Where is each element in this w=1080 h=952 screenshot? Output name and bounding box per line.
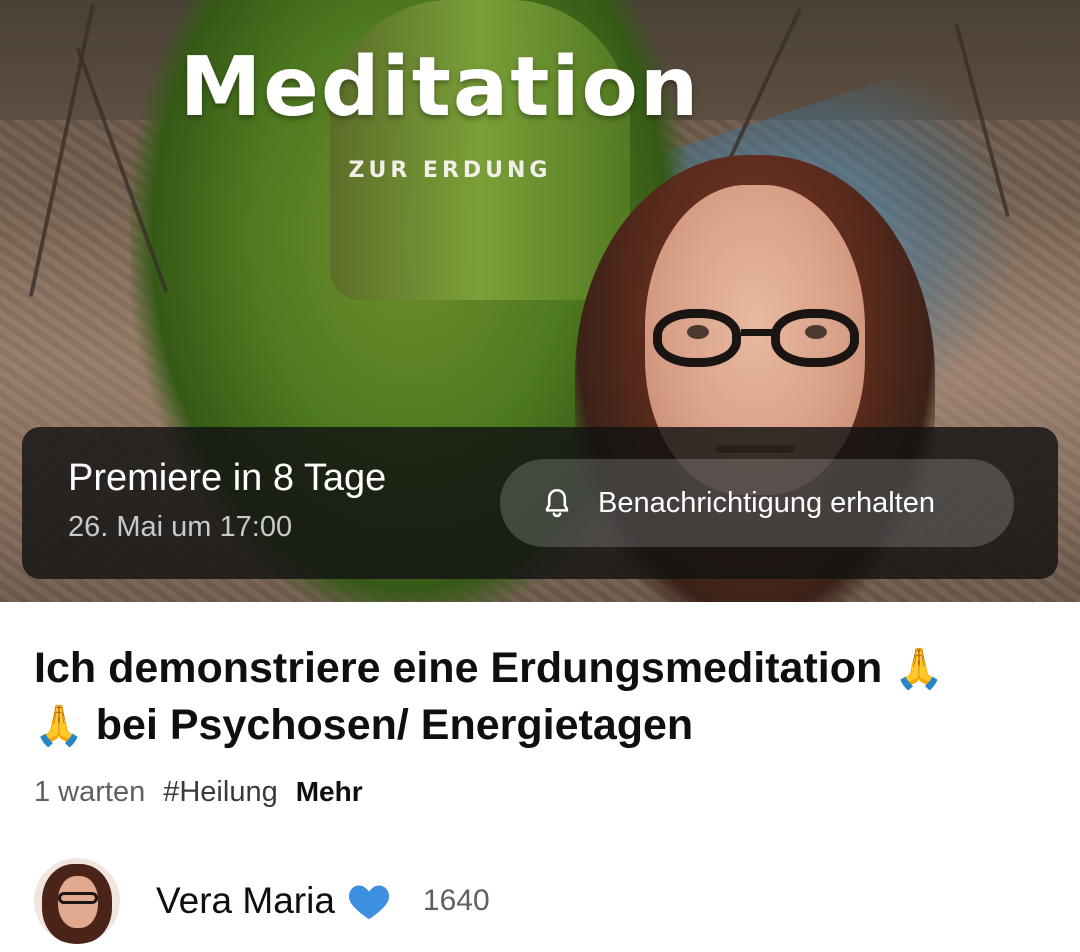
notify-button-label: Benachrichtigung erhalten — [598, 486, 935, 519]
video-meta-row: 1 warten #Heilung Mehr — [34, 776, 363, 809]
subscriber-count: 1640 — [422, 884, 490, 917]
premiere-date: 26. Mai um 17:00 — [68, 511, 293, 543]
video-title-part1: Ich demonstriere eine Erdungsmeditation — [34, 644, 883, 692]
eye-right — [805, 325, 827, 339]
video-title-part2: bei Psychosen/ Energietagen — [95, 701, 694, 749]
folded-hands-emoji-icon: 🙏 — [894, 646, 944, 692]
notify-button[interactable]: Benachrichtigung erhalten — [500, 459, 1014, 547]
premiere-overlay: Premiere in 8 Tage 26. Mai um 17:00 Bena… — [22, 427, 1058, 579]
video-thumbnail[interactable]: Meditation ZUR ERDUNG Premiere in 8 Tage… — [0, 0, 1080, 602]
glasses — [653, 303, 863, 373]
glasses-bridge — [741, 329, 775, 336]
premiere-title: Premiere in 8 Tage — [68, 457, 387, 499]
blue-heart-icon — [348, 885, 389, 920]
channel-row[interactable]: Vera Maria 1640 — [34, 855, 490, 947]
waiting-count: 1 warten — [34, 776, 146, 808]
eye-left — [687, 325, 709, 339]
hashtag-link[interactable]: #Heilung — [163, 776, 277, 809]
bell-icon — [545, 488, 569, 518]
avatar[interactable] — [34, 858, 120, 944]
channel-name[interactable]: Vera Maria — [156, 880, 335, 922]
avatar-glasses — [58, 892, 98, 904]
video-title[interactable]: Ich demonstriere eine Erdungsmeditation … — [34, 640, 1044, 754]
thumbnail-title: Meditation — [179, 40, 701, 135]
more-button[interactable]: Mehr — [296, 776, 363, 808]
folded-hands-emoji-icon: 🙏 — [34, 703, 84, 749]
